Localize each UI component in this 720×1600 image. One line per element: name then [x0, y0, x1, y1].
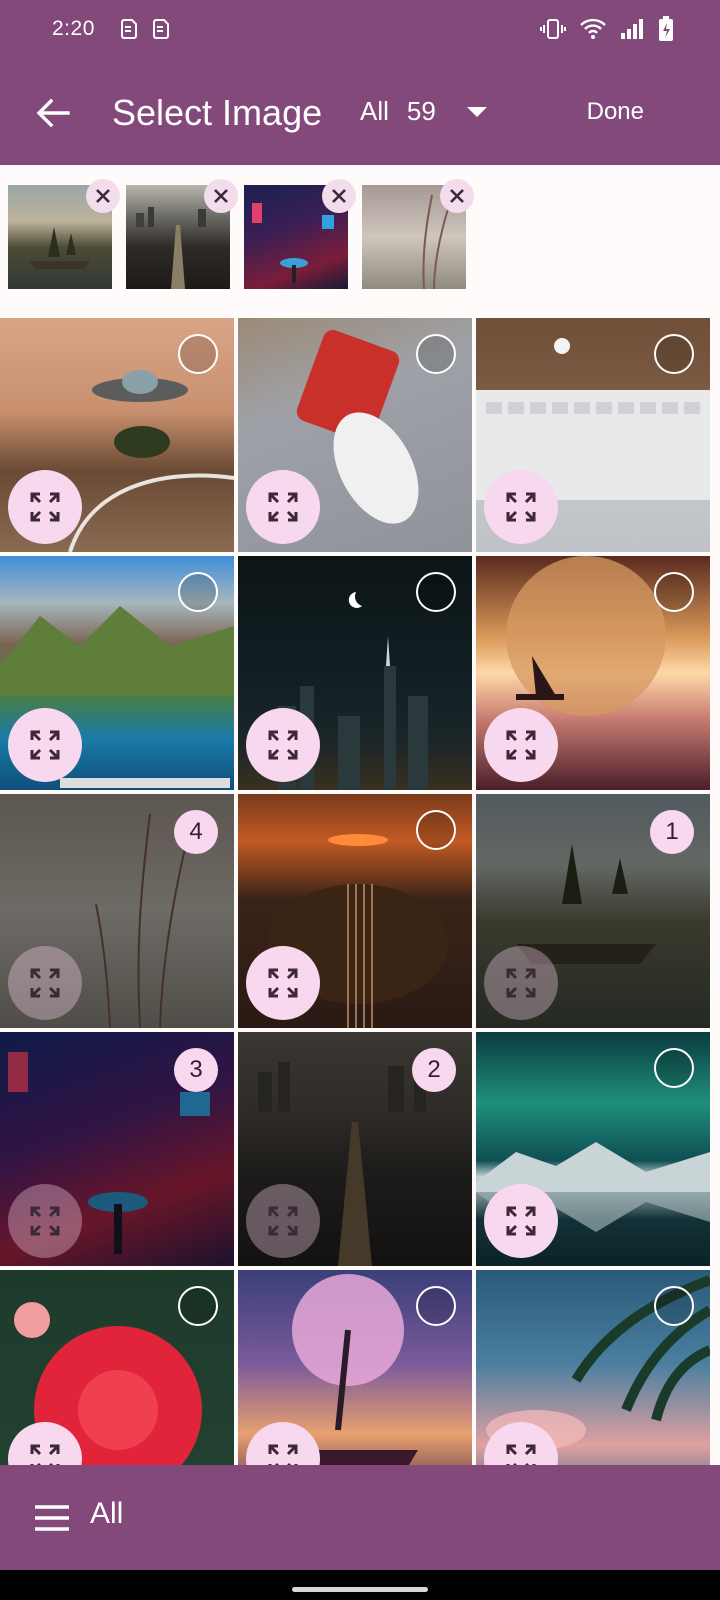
image-tile[interactable]: 4	[0, 794, 234, 1028]
selected-thumbnail[interactable]	[362, 179, 474, 290]
expand-icon	[30, 968, 60, 998]
selection-order-badge[interactable]: 1	[650, 810, 694, 854]
remove-selected-button[interactable]	[204, 179, 238, 213]
select-checkbox[interactable]	[416, 1286, 456, 1326]
expand-preview-button[interactable]	[484, 1184, 558, 1258]
close-icon	[96, 189, 110, 203]
battery-charging-icon	[659, 16, 673, 41]
select-checkbox[interactable]	[416, 572, 456, 612]
select-checkbox[interactable]	[178, 572, 218, 612]
image-tile[interactable]	[0, 1270, 234, 1465]
select-checkbox[interactable]	[654, 1048, 694, 1088]
sim-icon	[153, 19, 169, 39]
expand-preview-button[interactable]	[246, 470, 320, 544]
expand-preview-button[interactable]	[484, 470, 558, 544]
album-image-count: 59	[406, 96, 436, 126]
remove-selected-button[interactable]	[322, 179, 356, 213]
menu-icon[interactable]	[34, 1503, 70, 1533]
status-icons	[540, 16, 674, 42]
expand-preview-button[interactable]	[8, 1184, 82, 1258]
select-checkbox[interactable]	[654, 1286, 694, 1326]
select-checkbox[interactable]	[178, 334, 218, 374]
signal-icon	[621, 19, 643, 39]
select-checkbox[interactable]	[178, 1286, 218, 1326]
expand-preview-button[interactable]	[484, 708, 558, 782]
expand-preview-button[interactable]	[8, 708, 82, 782]
system-nav-bar	[0, 1570, 720, 1600]
selection-order-badge[interactable]: 4	[174, 810, 218, 854]
expand-preview-button[interactable]	[8, 946, 82, 1020]
expand-preview-button[interactable]	[8, 470, 82, 544]
expand-icon	[30, 492, 60, 522]
expand-icon	[268, 968, 298, 998]
arrow-left-icon	[36, 98, 70, 128]
back-button[interactable]	[30, 90, 76, 136]
image-tile[interactable]	[238, 794, 472, 1028]
expand-icon	[30, 730, 60, 760]
select-checkbox[interactable]	[416, 334, 456, 374]
album-filter-dropdown[interactable]: All 59	[360, 96, 488, 127]
select-checkbox[interactable]	[654, 334, 694, 374]
sim-icon	[121, 19, 137, 39]
status-time: 2:20	[52, 17, 95, 40]
image-tile[interactable]	[0, 318, 234, 552]
selected-thumbnail[interactable]	[126, 179, 238, 289]
expand-preview-button[interactable]	[246, 708, 320, 782]
expand-icon	[30, 1444, 60, 1465]
image-tile[interactable]	[476, 1270, 710, 1465]
bottom-album-bar: All	[0, 1465, 720, 1570]
image-tile[interactable]	[238, 1270, 472, 1465]
close-icon	[332, 189, 346, 203]
expand-icon	[506, 492, 536, 522]
remove-selected-button[interactable]	[440, 179, 474, 213]
image-grid: 4 1 3 2	[0, 318, 720, 1465]
image-tile[interactable]	[238, 318, 472, 552]
selected-thumbnail[interactable]	[8, 179, 120, 289]
expand-icon	[506, 968, 536, 998]
album-selector-label[interactable]: All	[90, 1497, 123, 1531]
gesture-handle[interactable]	[292, 1587, 428, 1592]
selected-thumbnail[interactable]	[244, 179, 356, 289]
image-tile[interactable]	[476, 318, 710, 552]
expand-icon	[506, 730, 536, 760]
caret-down-icon	[466, 106, 487, 117]
expand-icon	[506, 1206, 536, 1236]
select-checkbox[interactable]	[654, 572, 694, 612]
expand-icon	[268, 1444, 298, 1465]
expand-icon	[30, 1206, 60, 1236]
close-icon	[450, 189, 464, 203]
expand-icon	[506, 1444, 536, 1465]
image-tile[interactable]	[0, 556, 234, 790]
done-button[interactable]: Done	[587, 98, 644, 126]
image-tile[interactable]: 3	[0, 1032, 234, 1266]
expand-preview-button[interactable]	[484, 946, 558, 1020]
expand-icon	[268, 730, 298, 760]
image-tile[interactable]	[476, 1032, 710, 1266]
image-tile[interactable]	[476, 556, 710, 790]
vibrate-icon	[540, 19, 566, 39]
remove-selected-button[interactable]	[86, 179, 120, 213]
close-icon	[214, 189, 228, 203]
wifi-icon	[580, 18, 606, 39]
image-tile[interactable]: 2	[238, 1032, 472, 1266]
selected-images-strip	[0, 165, 720, 315]
selection-order-badge[interactable]: 2	[412, 1048, 456, 1092]
image-tile[interactable]	[238, 556, 472, 790]
expand-preview-button[interactable]	[246, 1184, 320, 1258]
expand-icon	[268, 492, 298, 522]
expand-icon	[268, 1206, 298, 1236]
select-checkbox[interactable]	[416, 810, 456, 850]
image-tile[interactable]: 1	[476, 794, 710, 1028]
expand-preview-button[interactable]	[246, 946, 320, 1020]
album-filter-label: All	[360, 96, 389, 126]
page-title: Select Image	[112, 92, 323, 133]
app-header: 2:20 Select Image All 59 Done	[0, 0, 720, 165]
selection-order-badge[interactable]: 3	[174, 1048, 218, 1092]
